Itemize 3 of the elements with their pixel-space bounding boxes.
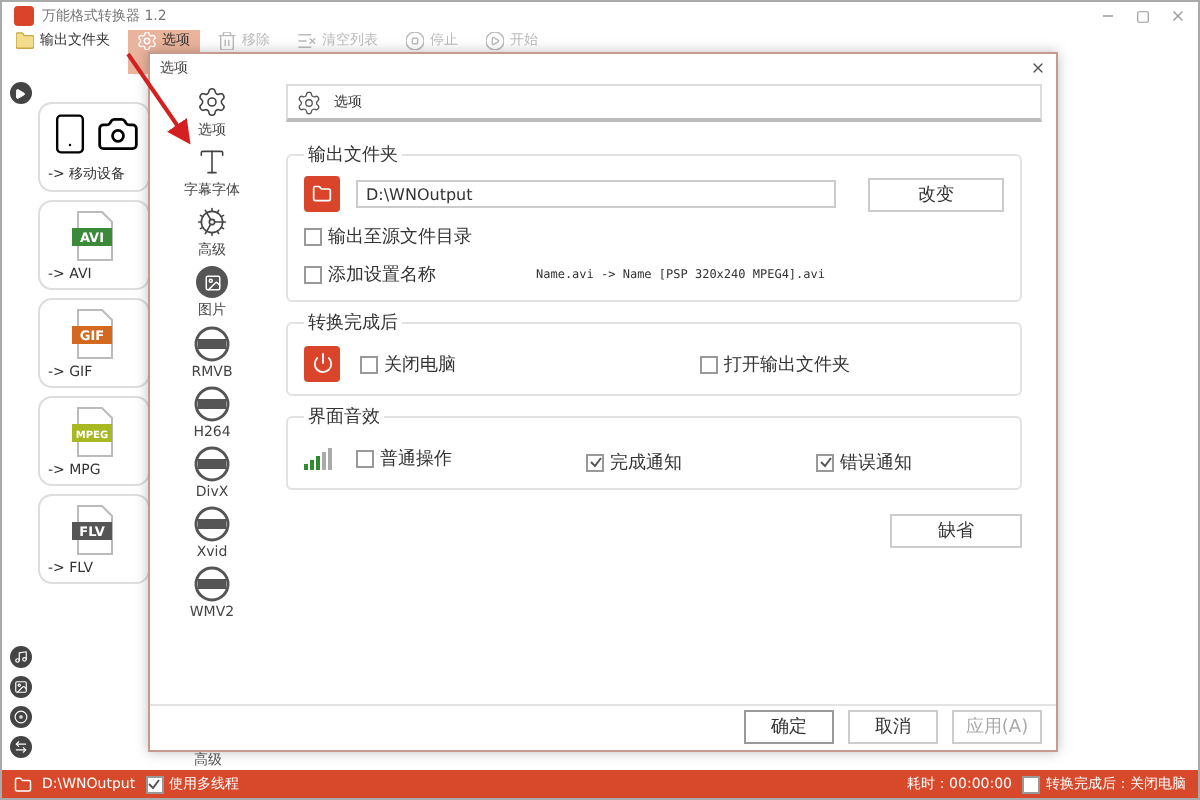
group-title: 界面音效 [306,405,382,430]
group-title: 转换完成后 [306,311,400,336]
group-title: 输出文件夹 [306,143,400,168]
